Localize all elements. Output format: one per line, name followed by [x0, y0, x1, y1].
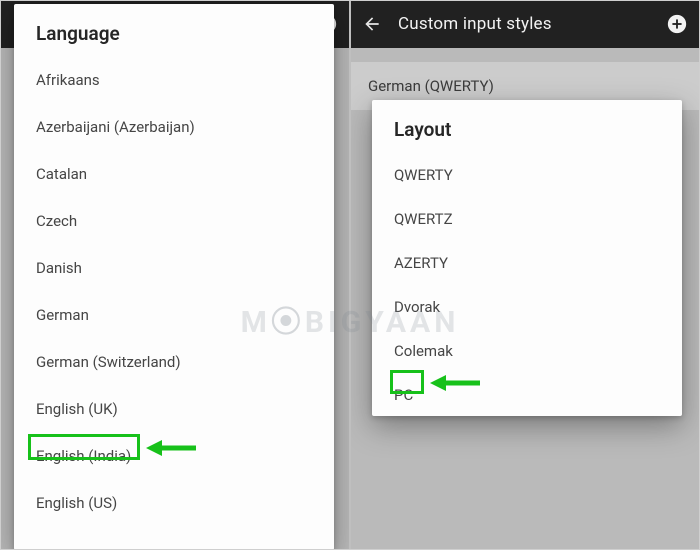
- layout-item[interactable]: Colemak: [372, 329, 682, 373]
- language-item[interactable]: Czech: [14, 198, 334, 245]
- language-dialog: Language Afrikaans Azerbaijani (Azerbaij…: [14, 4, 334, 550]
- language-item[interactable]: Catalan: [14, 151, 334, 198]
- layout-list: QWERTY QWERTZ AZERTY Dvorak Colemak PC: [372, 151, 682, 425]
- plus-circle-icon: [666, 13, 688, 35]
- language-list: Afrikaans Azerbaijani (Azerbaijan) Catal…: [14, 55, 334, 535]
- language-item[interactable]: German: [14, 292, 334, 339]
- appbar-right: Custom input styles: [350, 0, 700, 48]
- back-arrow-icon: [362, 14, 382, 34]
- layout-dialog-title: Layout: [372, 100, 682, 151]
- language-item[interactable]: English (India): [14, 433, 334, 480]
- back-button[interactable]: [362, 14, 390, 34]
- panel-separator: [349, 0, 351, 550]
- language-item[interactable]: German (Switzerland): [14, 339, 334, 386]
- layout-item[interactable]: Dvorak: [372, 285, 682, 329]
- language-item[interactable]: Afrikaans: [14, 57, 334, 104]
- language-item[interactable]: English (UK): [14, 386, 334, 433]
- language-item[interactable]: English (US): [14, 480, 334, 527]
- left-screenshot: Language Afrikaans Azerbaijani (Azerbaij…: [0, 0, 350, 550]
- language-item[interactable]: Danish: [14, 245, 334, 292]
- layout-item[interactable]: AZERTY: [372, 241, 682, 285]
- language-item[interactable]: Azerbaijani (Azerbaijan): [14, 104, 334, 151]
- language-dialog-title: Language: [14, 4, 334, 55]
- right-screenshot: Custom input styles German (QWERTY) Layo…: [350, 0, 700, 550]
- add-button-right[interactable]: [660, 13, 688, 35]
- layout-item[interactable]: QWERTY: [372, 153, 682, 197]
- layout-item[interactable]: QWERTZ: [372, 197, 682, 241]
- appbar-title-right: Custom input styles: [390, 14, 660, 34]
- layout-dialog: Layout QWERTY QWERTZ AZERTY Dvorak Colem…: [372, 100, 682, 416]
- layout-item[interactable]: PC: [372, 373, 682, 417]
